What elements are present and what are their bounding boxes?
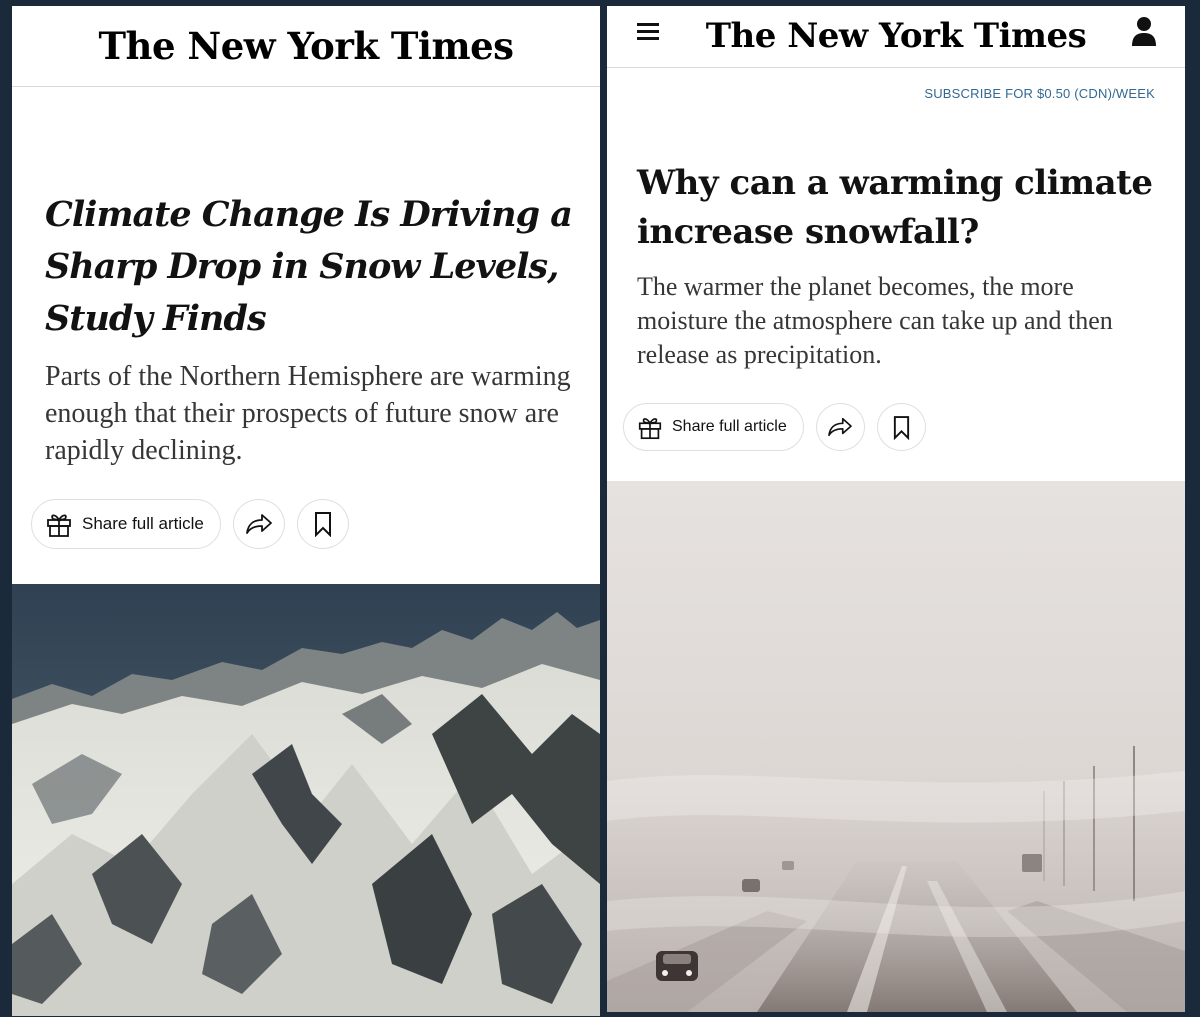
article-headline: Why can a warming climate increase snowf…	[637, 163, 1153, 252]
right-article-screenshot: The New York Times SUBSCRIBE FOR $0.50 (…	[607, 6, 1185, 1012]
mountain-photo	[12, 584, 600, 1016]
share-button[interactable]	[232, 499, 285, 549]
subscribe-link[interactable]: SUBSCRIBE FOR $0.50 (CDN)/WEEK	[924, 86, 1155, 101]
share-full-article-label: Share full article	[82, 514, 204, 533]
gift-icon	[638, 418, 662, 440]
article-headline: Climate Change Is Driving a Sharp Drop i…	[45, 194, 573, 339]
save-button[interactable]	[876, 403, 926, 451]
share-full-article-button[interactable]: Share full article	[623, 403, 804, 451]
user-icon[interactable]	[1131, 16, 1157, 48]
share-arrow-icon	[828, 417, 853, 437]
blizzard-road-photo	[607, 481, 1185, 1012]
share-full-article-label: Share full article	[672, 418, 787, 435]
article-summary: Parts of the Northern Hemisphere are war…	[45, 361, 571, 466]
share-full-article-button[interactable]: Share full article	[31, 499, 221, 549]
article-actions: Share full article	[623, 403, 926, 451]
masthead-divider	[12, 86, 600, 87]
save-button[interactable]	[296, 499, 349, 549]
share-button[interactable]	[815, 403, 865, 451]
nyt-logo[interactable]: The New York Times	[12, 6, 600, 86]
masthead-divider	[607, 67, 1185, 68]
nyt-logo[interactable]: The New York Times	[607, 6, 1185, 66]
article-summary: The warmer the planet becomes, the more …	[637, 272, 1113, 369]
bookmark-icon	[893, 415, 909, 440]
bookmark-icon	[314, 512, 331, 537]
share-arrow-icon	[245, 514, 272, 534]
left-article-screenshot: The New York Times Climate Change Is Dri…	[12, 6, 600, 1016]
article-actions: Share full article	[31, 499, 349, 549]
gift-icon	[47, 514, 71, 537]
